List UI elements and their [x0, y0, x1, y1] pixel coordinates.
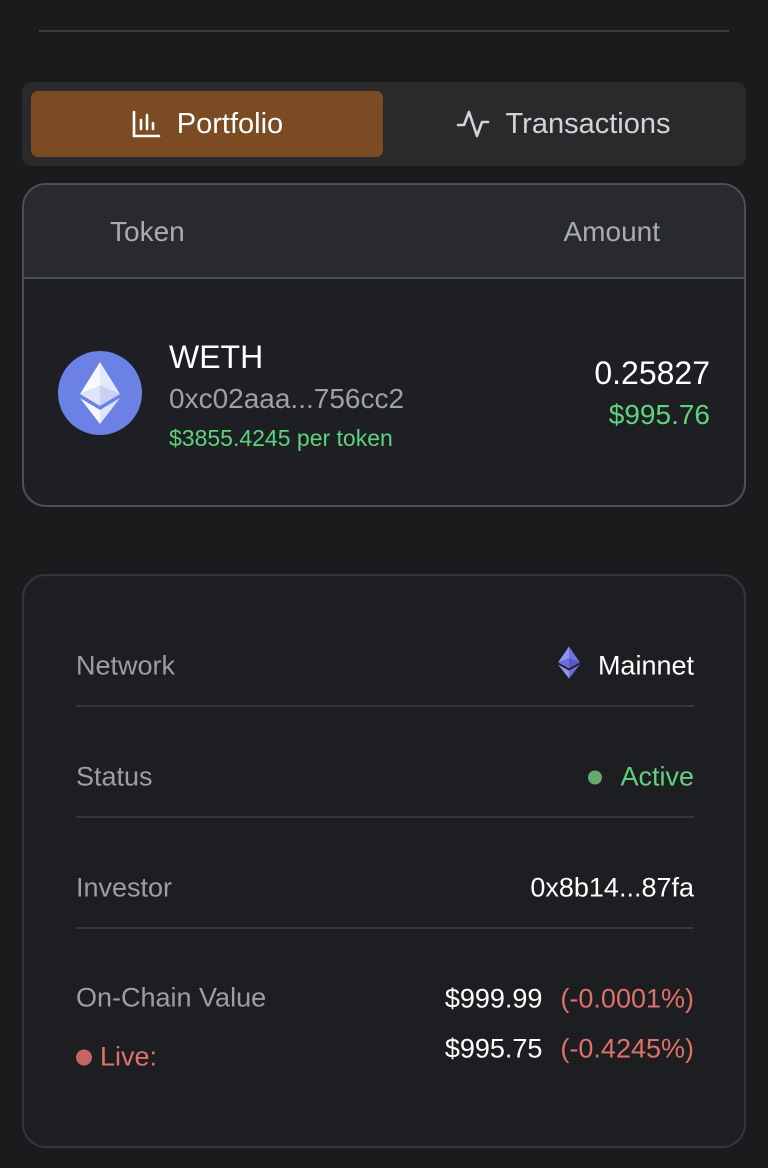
ethereum-icon [58, 351, 142, 435]
table-row[interactable]: WETH 0xc02aaa...756cc2 $3855.4245 per to… [24, 279, 744, 503]
token-table: Token Amount WETH 0xc02aaa...756cc2 $385… [22, 183, 746, 507]
token-value: $995.76 [608, 399, 710, 430]
live-label-group: Live: [76, 1042, 157, 1073]
investor-address[interactable]: 0x8b14...87fa [530, 873, 694, 904]
status-label: Status [76, 761, 153, 792]
tab-portfolio[interactable]: Portfolio [31, 91, 383, 157]
status-row: Status Active [76, 705, 694, 818]
ethereum-icon [557, 646, 580, 686]
token-table-header: Token Amount [24, 185, 744, 279]
onchain-value: $999.99 [444, 983, 543, 1014]
column-header-token: Token [110, 216, 185, 247]
network-value: Mainnet [597, 650, 694, 681]
network-row: Network Mainnet [76, 594, 694, 707]
token-symbol: WETH [169, 339, 264, 375]
top-divider [39, 30, 729, 32]
status-value: Active [620, 761, 694, 792]
token-amount: 0.25827 [594, 355, 710, 391]
tab-portfolio-label: Portfolio [176, 107, 284, 140]
network-value-group: Mainnet [557, 646, 694, 686]
live-label: Live: [100, 1041, 158, 1072]
onchain-change: (-0.0001%) [560, 983, 694, 1014]
status-dot [588, 770, 603, 784]
token-address[interactable]: 0xc02aaa...756cc2 [169, 383, 404, 415]
investor-row: Investor 0x8b14...87fa [76, 816, 694, 929]
onchain-value-line: $999.99 (-0.0001%) [445, 984, 694, 1015]
tab-transactions-label: Transactions [505, 107, 671, 140]
token-price: $3855.4245 per token [169, 425, 393, 451]
column-header-amount: Amount [563, 216, 661, 247]
status-value-group: Active [588, 762, 694, 793]
live-dot [76, 1049, 92, 1065]
view-tabs: Portfolio Transactions [22, 82, 746, 166]
investor-label: Investor [76, 872, 173, 903]
tab-transactions[interactable]: Transactions [388, 91, 738, 157]
activity-icon [456, 108, 490, 140]
network-label: Network [76, 650, 176, 681]
live-value-line: $995.75 (-0.4245%) [445, 1034, 694, 1065]
live-change: (-0.4245%) [560, 1033, 694, 1064]
live-value: $995.75 [444, 1033, 543, 1064]
bar-chart-icon [131, 110, 161, 138]
details-card: Network Mainnet Status Active Investor 0… [22, 574, 746, 1148]
valuation-row: On-Chain Value Live: $999.99 (-0.0001%) … [76, 927, 694, 1087]
onchain-value-label: On-Chain Value [76, 982, 267, 1013]
